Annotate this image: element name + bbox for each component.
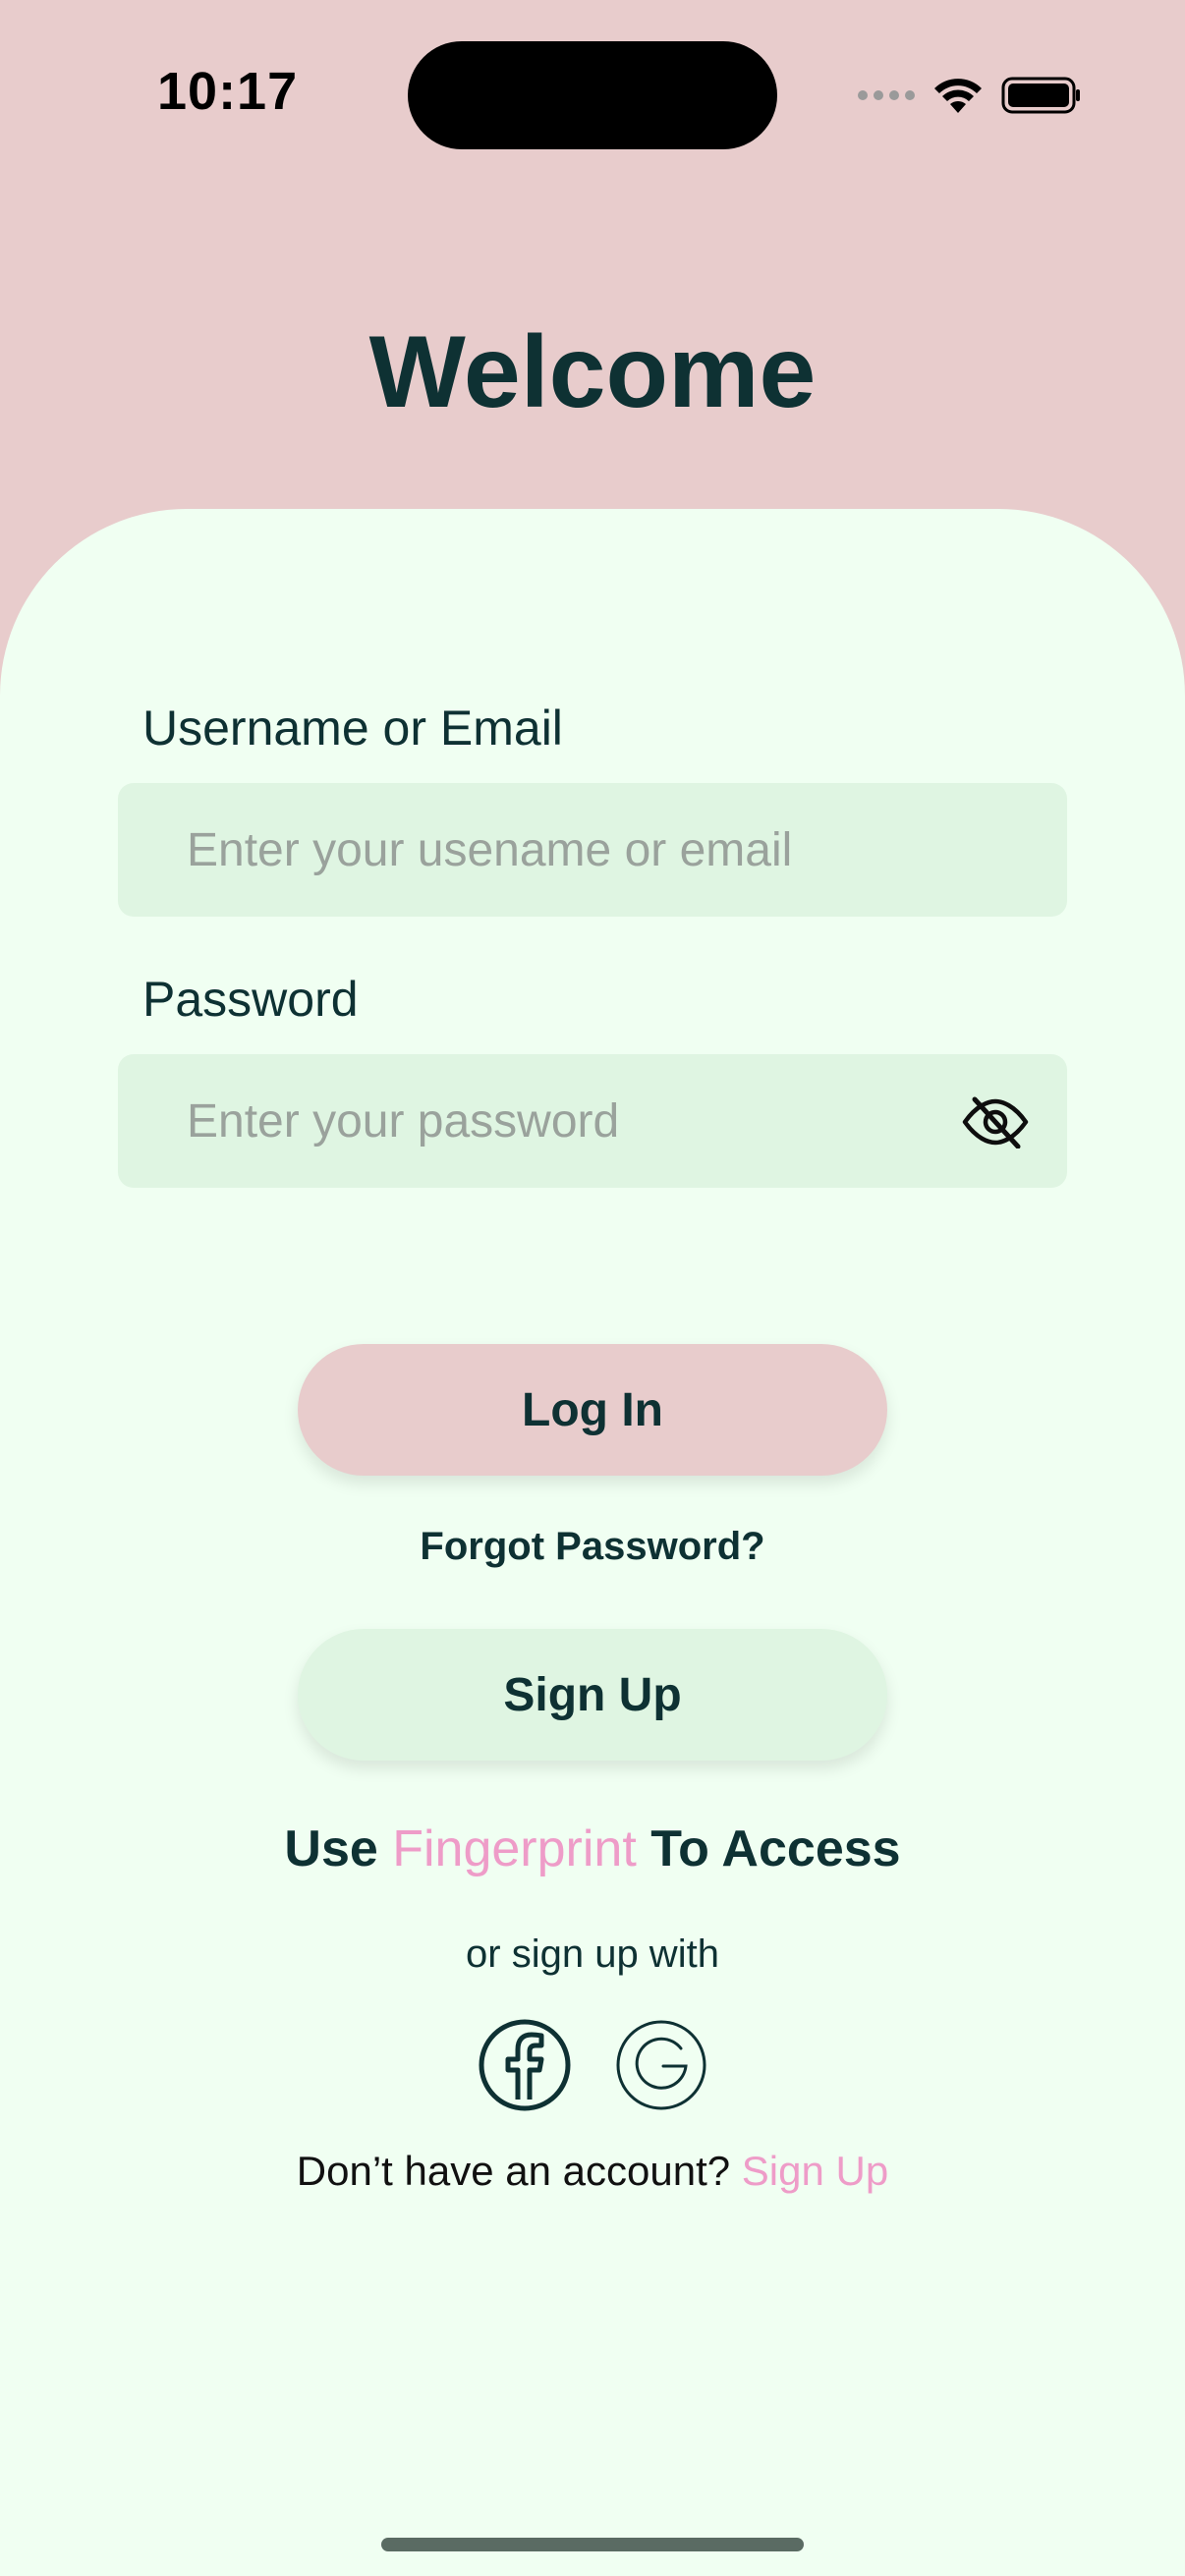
fingerprint-suffix: To Access xyxy=(636,1820,901,1877)
signup-prompt-text: Don’t have an account? xyxy=(296,2148,742,2194)
dynamic-island xyxy=(408,41,777,149)
password-label: Password xyxy=(142,972,359,1027)
social-login-row xyxy=(0,2019,1185,2111)
status-bar: 10:17 xyxy=(0,0,1185,187)
login-button[interactable]: Log In xyxy=(298,1344,887,1476)
username-placeholder: Enter your usename or email xyxy=(187,823,793,876)
username-label: Username or Email xyxy=(142,700,563,756)
or-sign-up-text: or sign up with xyxy=(466,1932,719,1976)
battery-icon xyxy=(1001,76,1082,115)
signup-button[interactable]: Sign Up xyxy=(298,1629,887,1761)
home-indicator[interactable] xyxy=(381,2538,804,2551)
fingerprint-accent: Fingerprint xyxy=(392,1820,637,1877)
signup-link[interactable]: Sign Up xyxy=(742,2148,888,2194)
fingerprint-access[interactable]: Use Fingerprint To Access xyxy=(0,1820,1185,1878)
status-icons xyxy=(858,71,1082,120)
username-input[interactable]: Enter your usename or email xyxy=(118,783,1067,917)
fingerprint-prefix: Use xyxy=(284,1820,393,1877)
password-input[interactable]: Enter your password xyxy=(118,1054,1067,1188)
page-title: Welcome xyxy=(368,315,817,429)
wifi-icon xyxy=(932,76,984,115)
google-icon[interactable] xyxy=(615,2019,707,2111)
eye-off-icon[interactable] xyxy=(961,1095,1030,1149)
forgot-password-link[interactable]: Forgot Password? xyxy=(0,1525,1185,1569)
cellular-signal-icon xyxy=(858,90,915,100)
facebook-icon[interactable] xyxy=(479,2019,571,2111)
signup-prompt: Don’t have an account? Sign Up xyxy=(0,2148,1185,2195)
password-placeholder: Enter your password xyxy=(187,1094,620,1148)
status-time: 10:17 xyxy=(157,62,299,121)
